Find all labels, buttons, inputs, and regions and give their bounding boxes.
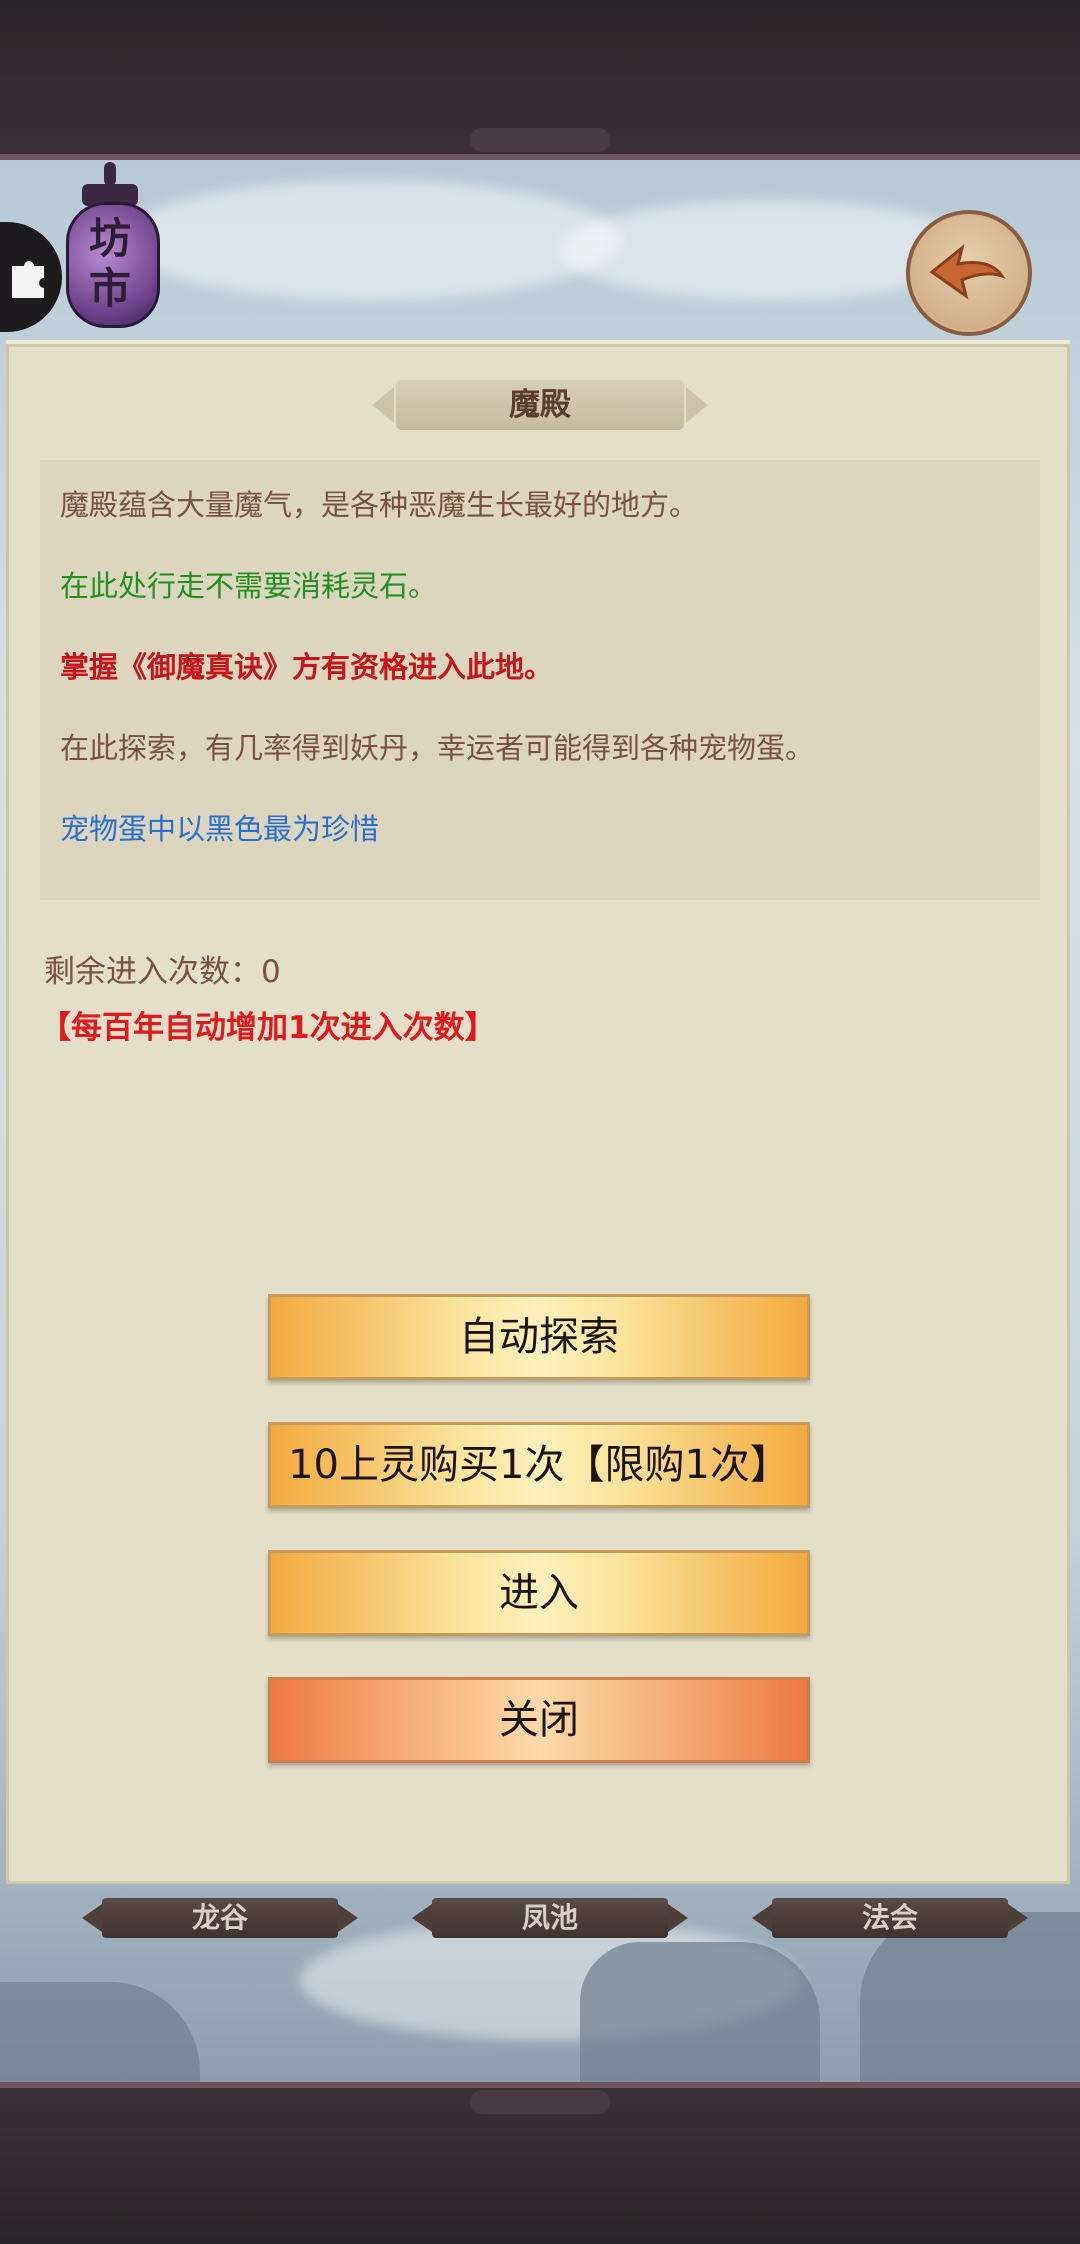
bottom-frame (0, 2082, 1080, 2244)
panel-title: 魔殿 (509, 387, 571, 423)
nav-label: 凤池 (521, 1901, 578, 1934)
description-line-5: 宠物蛋中以黑色最为珍惜 (60, 812, 380, 846)
lantern-text: 坊市 (88, 214, 131, 313)
top-frame (0, 0, 1080, 160)
market-lantern-sign: 坊市 (60, 162, 160, 342)
description-line-2: 在此处行走不需要消耗灵石。 (60, 569, 438, 603)
nav-dragon-valley[interactable]: 龙谷 (82, 1898, 358, 1938)
auto-explore-button[interactable]: 自动探索 (268, 1294, 810, 1380)
remaining-entries: 剩余进入次数：0 (44, 954, 281, 990)
buy-entry-button[interactable]: 10上灵购买1次【限购1次】 (268, 1422, 810, 1508)
entry-refresh-notice: 【每百年自动增加1次进入次数】 (40, 1010, 496, 1046)
back-arrow-icon (929, 244, 1006, 300)
close-button[interactable]: 关闭 (268, 1677, 810, 1763)
bottom-ornament (470, 2090, 610, 2114)
nav-dharma-assembly[interactable]: 法会 (752, 1898, 1028, 1938)
nav-label: 龙谷 (191, 1901, 248, 1934)
panel-title-ribbon: 魔殿 (372, 380, 708, 430)
bottom-trim (0, 2082, 1080, 2088)
description-line-1: 魔殿蕴含大量魔气，是各种恶魔生长最好的地方。 (60, 488, 699, 522)
puzzle-icon (12, 261, 44, 298)
back-button[interactable] (906, 210, 1032, 336)
top-ornament (470, 128, 610, 152)
enter-button[interactable]: 进入 (268, 1550, 810, 1636)
description-line-4: 在此探索，有几率得到妖丹，幸运者可能得到各种宠物蛋。 (60, 731, 815, 765)
description-line-3: 掌握《御魔真诀》方有资格进入此地。 (60, 650, 554, 684)
nav-label: 法会 (861, 1901, 918, 1934)
nav-phoenix-pool[interactable]: 凤池 (412, 1898, 688, 1938)
